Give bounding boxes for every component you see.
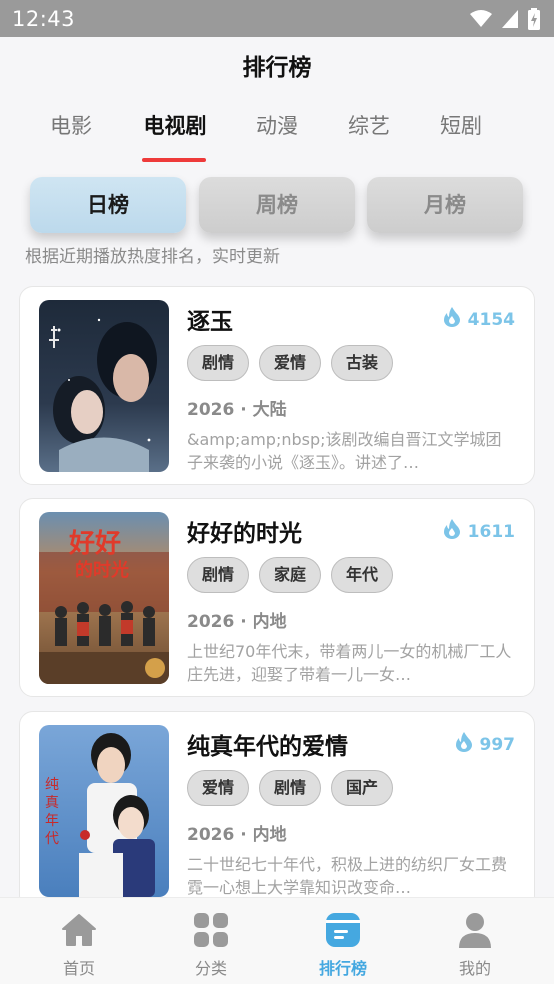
tab-short-drama[interactable]: 短剧 — [416, 108, 506, 148]
status-bar: 12:43 — [0, 0, 554, 37]
grid-icon — [161, 910, 261, 950]
daily-rank-button[interactable]: 日榜 — [30, 177, 186, 233]
tag-list: 剧情 家庭 年代 — [187, 557, 394, 593]
wifi-icon — [470, 9, 492, 28]
heat-score: 1611 — [443, 519, 515, 544]
nav-home[interactable]: 首页 — [29, 910, 129, 979]
flame-icon — [455, 732, 472, 757]
tag-list: 剧情 爱情 古装 — [187, 345, 394, 381]
genre-tag[interactable]: 剧情 — [187, 557, 250, 593]
nav-label: 我的 — [458, 959, 491, 978]
status-time: 12:43 — [12, 6, 76, 31]
heat-value: 1611 — [467, 521, 515, 542]
home-icon — [29, 910, 129, 950]
status-icons — [470, 7, 540, 30]
nav-label: 分类 — [194, 959, 227, 978]
svg-text:好好: 好好 — [68, 529, 121, 559]
tab-variety[interactable]: 综艺 — [324, 108, 414, 148]
drama-poster — [39, 300, 169, 472]
flame-icon — [443, 307, 460, 332]
active-tab-indicator — [142, 158, 206, 162]
svg-text:真: 真 — [45, 795, 59, 811]
drama-title: 好好的时光 — [187, 521, 302, 547]
drama-description: &amp;amp;nbsp;该剧改编自晋江文学城团子来袭的小说《逐玉》。讲述了… — [187, 430, 502, 472]
drama-poster: 纯 真 年 代 — [39, 725, 169, 897]
period-selector: 日榜 周榜 月榜 — [30, 177, 524, 233]
rank-card[interactable]: 纯 真 年 代 纯真年代的爱情 997 爱情 剧情 国产 2026 · 内地 二… — [19, 711, 535, 910]
svg-text:的时光: 的时光 — [75, 559, 129, 581]
genre-tag[interactable]: 爱情 — [259, 345, 322, 381]
tab-label: 电影 — [50, 114, 92, 138]
battery-icon — [528, 7, 540, 30]
year-region: 2026 · 内地 — [187, 612, 287, 632]
tab-anime[interactable]: 动漫 — [232, 108, 322, 148]
heat-score: 4154 — [443, 307, 515, 332]
heat-value: 4154 — [467, 309, 515, 330]
drama-poster: 好好 的时光 — [39, 512, 169, 684]
tab-label: 综艺 — [348, 114, 390, 138]
nav-label: 排行榜 — [318, 959, 367, 978]
drama-description: 二十世纪七十年代，积极上进的纺织厂女工费霓一心想上大学靠知识改变命… — [187, 855, 508, 897]
rank-card[interactable]: 逐玉 4154 剧情 爱情 古装 2026 · 大陆 &amp;amp;nbsp… — [19, 286, 535, 485]
genre-tag[interactable]: 国产 — [331, 770, 394, 806]
svg-text:年: 年 — [45, 813, 59, 829]
monthly-rank-button[interactable]: 月榜 — [367, 177, 523, 233]
drama-description: 上世纪70年代末，带着两儿一女的机械厂工人庄先进，迎娶了带着一儿一女… — [187, 642, 512, 684]
nav-label: 首页 — [62, 959, 95, 978]
tab-label: 电视剧 — [143, 114, 207, 138]
flame-icon — [443, 519, 460, 544]
ranking-icon — [293, 910, 393, 950]
tab-label: 动漫 — [256, 114, 298, 138]
user-icon — [425, 910, 525, 950]
nav-category[interactable]: 分类 — [161, 910, 261, 979]
genre-tag[interactable]: 家庭 — [259, 557, 322, 593]
heat-value: 997 — [479, 734, 516, 755]
drama-title: 逐玉 — [187, 309, 233, 335]
tab-label: 短剧 — [440, 114, 482, 138]
tag-list: 爱情 剧情 国产 — [187, 770, 394, 806]
svg-text:纯: 纯 — [45, 777, 59, 793]
tab-tv-series[interactable]: 电视剧 — [130, 108, 220, 162]
signal-icon — [502, 9, 518, 28]
svg-text:代: 代 — [45, 831, 59, 847]
genre-tag[interactable]: 剧情 — [259, 770, 322, 806]
genre-tag[interactable]: 年代 — [331, 557, 394, 593]
nav-ranking[interactable]: 排行榜 — [293, 910, 393, 979]
ranking-hint: 根据近期播放热度排名，实时更新 — [25, 247, 280, 267]
genre-tag[interactable]: 剧情 — [187, 345, 250, 381]
genre-tag[interactable]: 古装 — [331, 345, 394, 381]
category-tabs: 电影 电视剧 动漫 综艺 短剧 — [0, 108, 554, 168]
rank-card[interactable]: 好好 的时光 好好的时光 1611 剧情 家庭 年代 2026 · 内地 上世纪… — [19, 498, 535, 697]
bottom-navigation: 首页 分类 排行榜 我的 — [0, 897, 554, 984]
year-region: 2026 · 内地 — [187, 825, 287, 845]
genre-tag[interactable]: 爱情 — [187, 770, 250, 806]
page-title: 排行榜 — [242, 55, 312, 81]
drama-title: 纯真年代的爱情 — [187, 734, 348, 760]
year-region: 2026 · 大陆 — [187, 400, 287, 420]
weekly-rank-button[interactable]: 周榜 — [199, 177, 355, 233]
nav-profile[interactable]: 我的 — [425, 910, 525, 979]
heat-score: 997 — [455, 732, 516, 757]
tab-movie[interactable]: 电影 — [26, 108, 116, 148]
